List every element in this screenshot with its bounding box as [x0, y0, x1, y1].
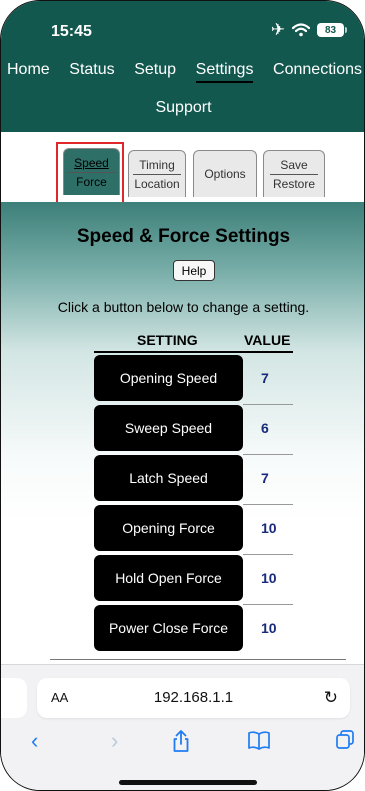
wifi-icon	[292, 23, 310, 37]
nav-home[interactable]: Home	[7, 57, 50, 83]
settings-content: Speed & Force Settings Help Click a butt…	[1, 202, 364, 664]
settings-row: Opening Force 10	[94, 505, 293, 555]
url-text[interactable]: 192.168.1.1	[37, 689, 350, 706]
opening-speed-button[interactable]: Opening Speed	[94, 355, 243, 401]
settings-row: Power Close Force 10	[94, 605, 293, 655]
home-indicator[interactable]	[119, 780, 257, 785]
tab-save-restore[interactable]: Save Restore	[263, 150, 325, 197]
tab-timing-location[interactable]: Timing Location	[128, 150, 186, 197]
browser-toolbar: AA 192.168.1.1 ↻ ‹ ›	[1, 664, 364, 790]
tab-label: Restore	[272, 176, 316, 191]
address-bar[interactable]: AA 192.168.1.1 ↻	[37, 678, 350, 718]
settings-row: Hold Open Force 10	[94, 555, 293, 605]
bookmarks-icon[interactable]	[247, 729, 271, 751]
column-header-value: VALUE	[244, 332, 291, 348]
battery-icon: 83	[317, 23, 347, 37]
reload-icon[interactable]: ↻	[324, 688, 338, 708]
status-time: 15:45	[51, 23, 92, 40]
tab-divider	[270, 173, 318, 175]
help-button[interactable]: Help	[173, 260, 215, 281]
tab-options[interactable]: Options	[193, 150, 257, 197]
highlight-box	[56, 142, 124, 210]
nav-support[interactable]: Support	[155, 99, 211, 116]
sweep-speed-button[interactable]: Sweep Speed	[94, 405, 243, 451]
tab-label: Save	[280, 157, 308, 172]
airplane-icon: ✈	[270, 20, 285, 39]
nav-settings[interactable]: Settings	[195, 57, 254, 83]
share-icon[interactable]	[172, 729, 190, 753]
main-nav: Home Status Setup Settings Connections S…	[1, 57, 364, 117]
setting-value: 10	[261, 620, 277, 636]
setting-value: 10	[261, 570, 277, 586]
nav-connections[interactable]: Connections	[273, 57, 362, 83]
nav-setup[interactable]: Setup	[134, 57, 176, 83]
settings-row: Opening Speed 7	[94, 355, 293, 405]
setting-value: 7	[261, 370, 269, 386]
tab-label: Timing	[139, 157, 175, 172]
battery-level: 83	[324, 24, 337, 36]
settings-row: Sweep Speed 6	[94, 405, 293, 455]
setting-value: 6	[261, 420, 269, 436]
opening-force-button[interactable]: Opening Force	[94, 505, 243, 551]
status-icons: ✈ 83	[270, 20, 347, 39]
phone-screen: 15:45 ✈ 83 Home Status Setup Settings Co…	[0, 0, 365, 791]
latch-speed-button[interactable]: Latch Speed	[94, 455, 243, 501]
app-header: 15:45 ✈ 83 Home Status Setup Settings Co…	[1, 1, 364, 132]
tab-divider	[133, 173, 181, 175]
setting-value: 10	[261, 520, 277, 536]
tabs-icon[interactable]	[335, 729, 355, 751]
previous-tab-pill[interactable]	[1, 678, 27, 718]
power-close-force-button[interactable]: Power Close Force	[94, 605, 243, 651]
nav-toolbar: ‹ ›	[1, 727, 364, 757]
footer-divider	[50, 659, 346, 660]
forward-icon[interactable]: ›	[111, 729, 118, 753]
page-title: Speed & Force Settings	[76, 226, 291, 247]
nav-status[interactable]: Status	[69, 57, 114, 83]
settings-row: Latch Speed 7	[94, 455, 293, 505]
tab-label: Options	[204, 167, 246, 181]
header-divider	[94, 351, 293, 353]
column-header-setting: SETTING	[137, 332, 198, 348]
status-bar: 15:45 ✈ 83	[1, 1, 364, 49]
hold-open-force-button[interactable]: Hold Open Force	[94, 555, 243, 601]
setting-value: 7	[261, 470, 269, 486]
tab-label: Location	[134, 176, 180, 191]
back-icon[interactable]: ‹	[31, 729, 38, 753]
instruction-text: Click a button below to change a setting…	[57, 299, 310, 315]
